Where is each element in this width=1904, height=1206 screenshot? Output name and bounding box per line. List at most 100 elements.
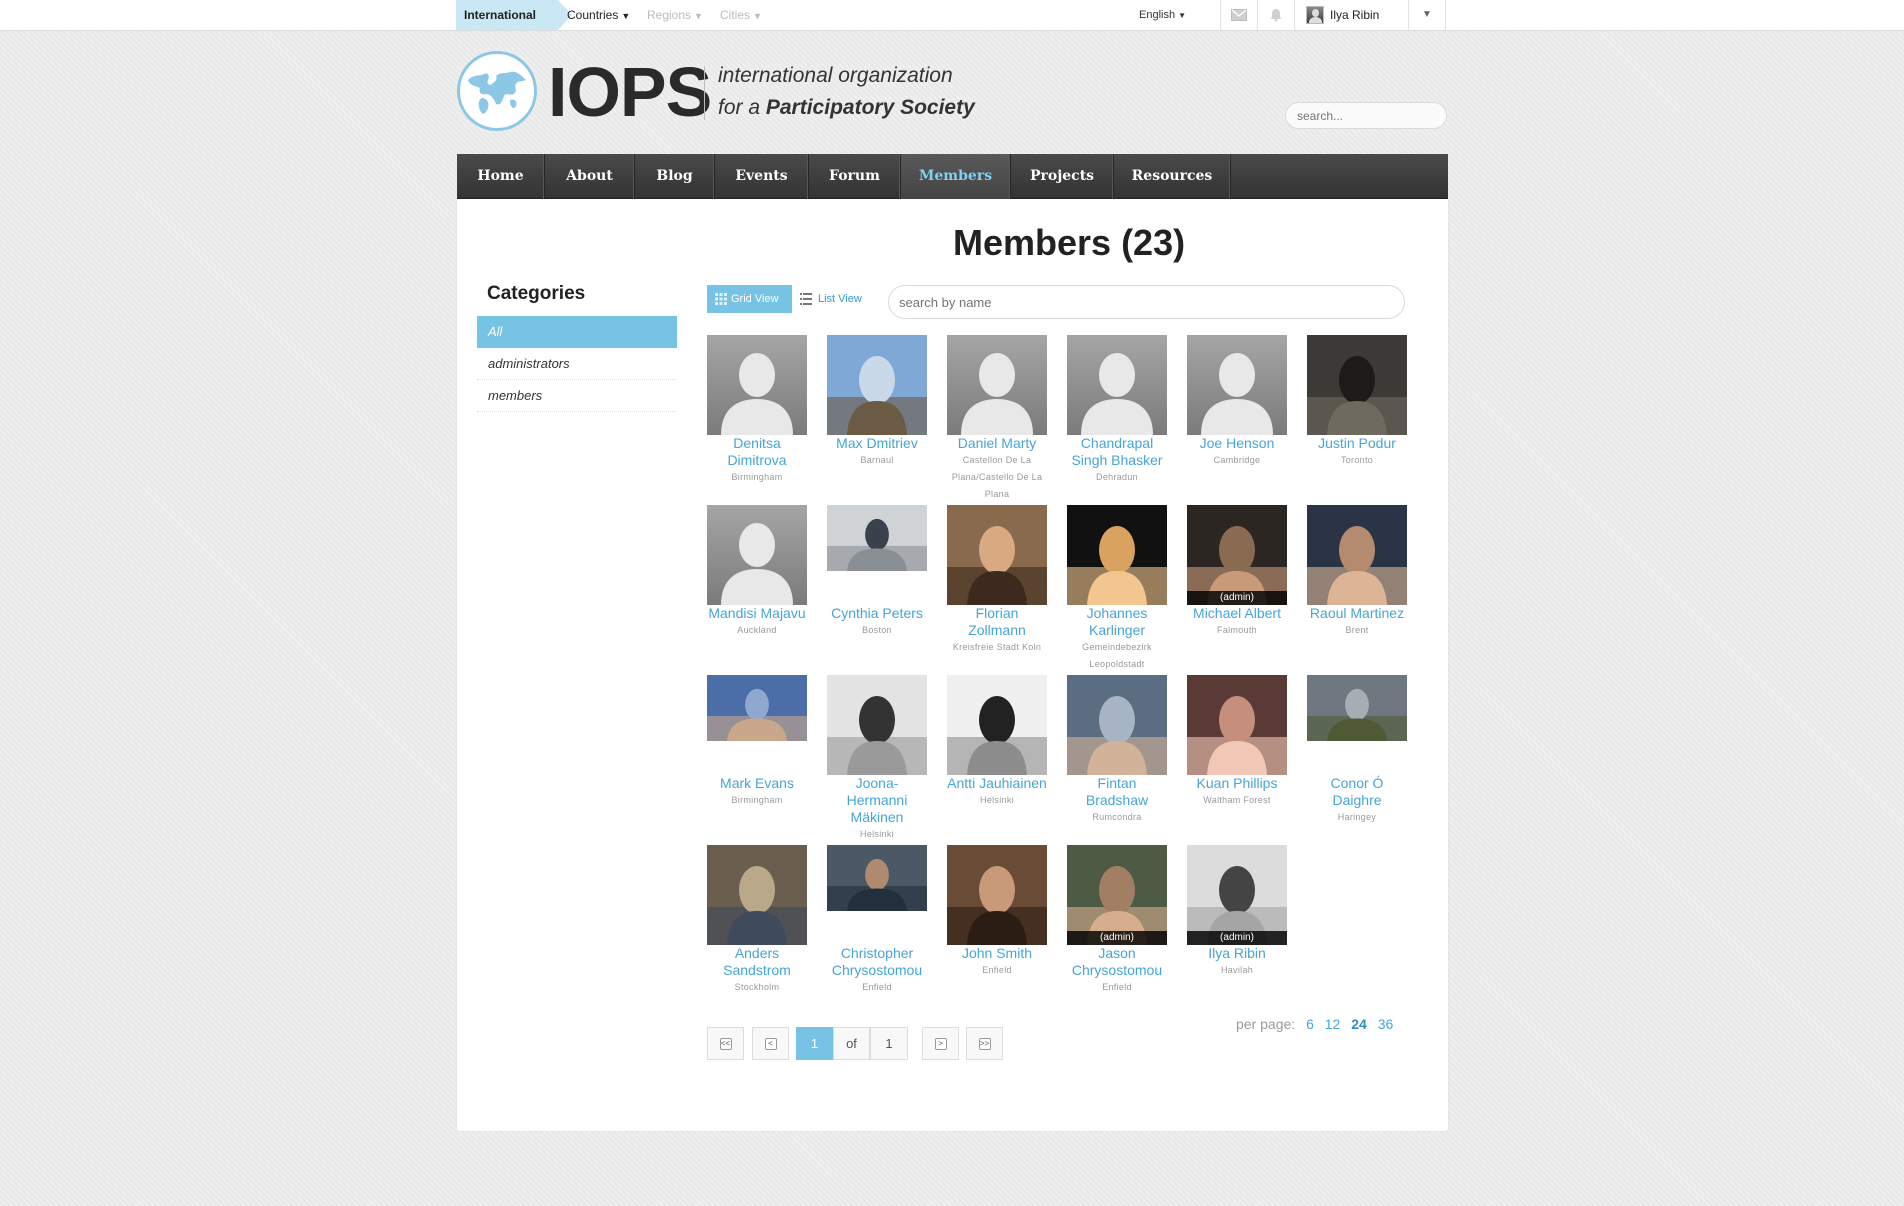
member-name-link[interactable]: Mandisi Majavu <box>706 605 808 622</box>
member-card[interactable]: Cynthia Peters Boston <box>826 505 928 639</box>
list-view-button[interactable]: List View <box>800 285 880 313</box>
member-photo[interactable] <box>827 505 927 571</box>
logo-globe-icon[interactable] <box>457 51 537 131</box>
member-card[interactable]: Florian Zollmann Kreisfreie Stadt Koln <box>946 505 1048 656</box>
member-card[interactable]: Johannes Karlinger Gemeindebezirk Leopold… <box>1066 505 1168 673</box>
scope-international[interactable]: International <box>456 0 572 30</box>
member-card[interactable]: Justin Podur Toronto <box>1306 335 1408 469</box>
member-photo[interactable] <box>1067 505 1167 605</box>
member-name-link[interactable]: Johannes Karlinger <box>1066 605 1168 639</box>
nav-blog[interactable]: Blog <box>635 154 715 199</box>
nav-resources[interactable]: Resources <box>1114 154 1231 199</box>
member-name-link[interactable]: Conor Ó Daighre <box>1306 775 1408 809</box>
nav-forum[interactable]: Forum <box>809 154 901 199</box>
member-name-link[interactable]: Antti Jauhiainen <box>946 775 1048 792</box>
member-name-link[interactable]: Kuan Phillips <box>1186 775 1288 792</box>
member-photo[interactable] <box>827 845 927 911</box>
member-name-link[interactable]: Max Dmitriev <box>826 435 928 452</box>
member-card[interactable]: Mark Evans Birmingham <box>706 675 808 809</box>
member-photo[interactable]: (admin) <box>1067 845 1167 945</box>
member-card[interactable]: John Smith Enfield <box>946 845 1048 979</box>
user-menu[interactable]: Ilya Ribin <box>1306 0 1379 30</box>
member-search-input[interactable] <box>888 285 1405 319</box>
current-page-input[interactable]: 1 <box>796 1027 833 1060</box>
nav-events[interactable]: Events <box>715 154 809 199</box>
last-page-button[interactable]: >> <box>966 1027 1003 1060</box>
nav-projects[interactable]: Projects <box>1011 154 1114 199</box>
member-card[interactable]: Anders Sandstrom Stockholm <box>706 845 808 996</box>
category-administrators[interactable]: administrators <box>477 348 677 380</box>
member-photo[interactable] <box>947 335 1047 435</box>
member-name-link[interactable]: John Smith <box>946 945 1048 962</box>
member-card[interactable]: Joe Henson Cambridge <box>1186 335 1288 469</box>
next-page-button[interactable]: > <box>922 1027 959 1060</box>
member-card[interactable]: Raoul Martinez Brent <box>1306 505 1408 639</box>
per-page-option-12[interactable]: 12 <box>1325 1016 1341 1032</box>
member-name-link[interactable]: Justin Podur <box>1306 435 1408 452</box>
nav-members[interactable]: Members <box>901 154 1011 199</box>
member-name-link[interactable]: Daniel Marty <box>946 435 1048 452</box>
member-photo[interactable] <box>707 505 807 605</box>
member-card[interactable]: Christopher Chrysostomou Enfield <box>826 845 928 996</box>
member-name-link[interactable]: Mark Evans <box>706 775 808 792</box>
member-photo[interactable] <box>707 335 807 435</box>
member-name-link[interactable]: Raoul Martinez <box>1306 605 1408 622</box>
member-photo[interactable] <box>707 675 807 741</box>
member-photo[interactable] <box>707 845 807 945</box>
member-card[interactable]: Chandrapal Singh Bhasker Dehradun <box>1066 335 1168 486</box>
member-photo[interactable] <box>1307 335 1407 435</box>
member-card[interactable]: Antti Jauhiainen Helsinki <box>946 675 1048 809</box>
member-photo[interactable] <box>1067 335 1167 435</box>
nav-home[interactable]: Home <box>457 154 545 199</box>
member-name-link[interactable]: Florian Zollmann <box>946 605 1048 639</box>
countries-menu[interactable]: Countries ▼ <box>567 0 630 30</box>
cities-menu[interactable]: Cities ▼ <box>720 0 762 30</box>
first-page-button[interactable]: << <box>707 1027 744 1060</box>
member-name-link[interactable]: Fintan Bradshaw <box>1066 775 1168 809</box>
member-photo[interactable] <box>947 675 1047 775</box>
member-name-link[interactable]: Ilya Ribin <box>1186 945 1288 962</box>
per-page-option-24[interactable]: 24 <box>1351 1016 1367 1032</box>
member-card[interactable]: (admin) Ilya Ribin Havilah <box>1186 845 1288 979</box>
member-card[interactable]: Conor Ó Daighre Haringey <box>1306 675 1408 826</box>
member-name-link[interactable]: Christopher Chrysostomou <box>826 945 928 979</box>
per-page-option-6[interactable]: 6 <box>1306 1016 1314 1032</box>
member-name-link[interactable]: Joe Henson <box>1186 435 1288 452</box>
member-name-link[interactable]: Anders Sandstrom <box>706 945 808 979</box>
member-photo[interactable] <box>1307 675 1407 741</box>
messages-button[interactable] <box>1221 0 1257 30</box>
member-photo[interactable] <box>947 845 1047 945</box>
site-search-input[interactable] <box>1285 102 1447 129</box>
member-name-link[interactable]: Michael Albert <box>1186 605 1288 622</box>
notifications-button[interactable] <box>1258 0 1294 30</box>
member-name-link[interactable]: Chandrapal Singh Bhasker <box>1066 435 1168 469</box>
member-card[interactable]: Max Dmitriev Barnaul <box>826 335 928 469</box>
member-card[interactable]: Denitsa Dimitrova Birmingham <box>706 335 808 486</box>
category-all[interactable]: All <box>477 316 677 348</box>
member-card[interactable]: (admin) Jason Chrysostomou Enfield <box>1066 845 1168 996</box>
member-photo[interactable]: (admin) <box>1187 505 1287 605</box>
member-card[interactable]: Daniel Marty Castellon De La Plana/Castel… <box>946 335 1048 503</box>
per-page-option-36[interactable]: 36 <box>1378 1016 1394 1032</box>
member-name-link[interactable]: Jason Chrysostomou <box>1066 945 1168 979</box>
nav-about[interactable]: About <box>545 154 635 199</box>
member-card[interactable]: Mandisi Majavu Auckland <box>706 505 808 639</box>
category-members[interactable]: members <box>477 380 677 412</box>
member-photo[interactable] <box>1187 335 1287 435</box>
language-select[interactable]: English ▼ <box>1139 0 1186 31</box>
grid-view-button[interactable]: Grid View <box>707 285 792 313</box>
member-photo[interactable] <box>1187 675 1287 775</box>
member-photo[interactable] <box>827 675 927 775</box>
member-card[interactable]: Kuan Phillips Waltham Forest <box>1186 675 1288 809</box>
member-card[interactable]: (admin) Michael Albert Falmouth <box>1186 505 1288 639</box>
member-photo[interactable] <box>1067 675 1167 775</box>
member-photo[interactable] <box>947 505 1047 605</box>
member-card[interactable]: Joona-Hermanni Mäkinen Helsinki <box>826 675 928 843</box>
member-photo[interactable] <box>1307 505 1407 605</box>
regions-menu[interactable]: Regions ▼ <box>647 0 703 30</box>
member-name-link[interactable]: Cynthia Peters <box>826 605 928 622</box>
member-photo[interactable]: (admin) <box>1187 845 1287 945</box>
member-name-link[interactable]: Joona-Hermanni Mäkinen <box>826 775 928 826</box>
member-card[interactable]: Fintan Bradshaw Rumcondra <box>1066 675 1168 826</box>
prev-page-button[interactable]: < <box>752 1027 789 1060</box>
